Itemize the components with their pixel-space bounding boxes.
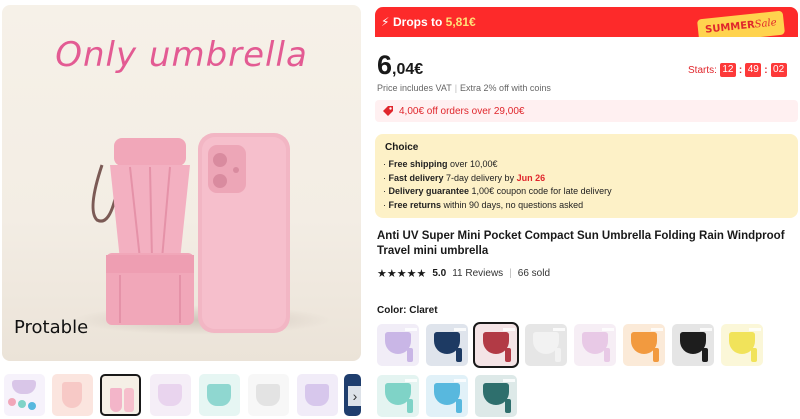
thumbnail[interactable] <box>248 374 289 416</box>
tag-icon <box>382 105 394 117</box>
rating-row: ★★★★★ 5.0 11 Reviews | 66 sold <box>377 267 551 280</box>
color-swatches <box>375 322 800 419</box>
color-swatch-white[interactable] <box>525 324 567 366</box>
color-swatch-mint[interactable] <box>377 375 419 417</box>
color-swatch-purple[interactable] <box>377 324 419 366</box>
price-integer: 6 <box>377 50 393 80</box>
thumbnail-strip: › <box>4 374 362 418</box>
thumbnail[interactable] <box>297 374 338 416</box>
flash-deal-banner: ⚡ Drops to 5,81€ SUMMERSale <box>375 7 798 37</box>
benefit-item: · Delivery guarantee 1,00€ coupon code f… <box>383 186 612 196</box>
color-swatch-pink[interactable] <box>574 324 616 366</box>
product-title: Anti UV Super Mini Pocket Compact Sun Um… <box>377 230 785 257</box>
coins-text[interactable]: Extra 2% off with coins <box>460 83 551 93</box>
countdown-seconds: 02 <box>770 63 787 77</box>
thumbnail[interactable] <box>4 374 45 416</box>
drop-price: 5,81€ <box>445 15 476 29</box>
color-swatch-yellow[interactable] <box>721 324 763 366</box>
color-label: Color: Claret <box>377 305 438 316</box>
summer-sale-tag: SUMMERSale <box>696 10 786 37</box>
benefit-item: · Free shipping over 10,00€ <box>383 159 498 169</box>
coupon-text: 4,00€ off orders over 29,00€ <box>399 106 525 117</box>
image-caption: Protable <box>14 317 89 338</box>
thumbnail-selected[interactable] <box>100 374 141 416</box>
thumbnail[interactable] <box>199 374 240 416</box>
color-swatch-black[interactable] <box>672 324 714 366</box>
countdown-timer: Starts: 12: 49: 02 <box>688 63 787 77</box>
color-swatch-sky-blue[interactable] <box>426 375 468 417</box>
color-swatch-navy[interactable] <box>426 324 468 366</box>
countdown-minutes: 49 <box>745 63 762 77</box>
coupon-bar[interactable]: 4,00€ off orders over 29,00€ <box>375 100 798 122</box>
product-main-image[interactable]: Only umbrella Protable <box>2 5 361 361</box>
lightning-icon: ⚡ <box>381 15 390 29</box>
countdown-label: Starts: <box>688 64 717 76</box>
benefit-item: · Fast delivery 7-day delivery by Jun 26 <box>383 172 546 183</box>
rating-value: 5.0 <box>432 267 447 279</box>
color-swatch-teal[interactable] <box>475 375 517 417</box>
sold-count: 66 sold <box>517 267 551 279</box>
pink-umbrella-illustration <box>91 133 290 333</box>
countdown-hours: 12 <box>719 63 736 77</box>
banner-text: Drops to 5,81€ <box>393 15 476 29</box>
thumbnail[interactable] <box>150 374 191 416</box>
choice-title: Choice <box>385 142 419 153</box>
choice-benefits-panel: Choice · Free shipping over 10,00€ · Fas… <box>375 134 798 218</box>
color-swatch-claret[interactable] <box>473 322 519 368</box>
benefit-item: · Free returns within 90 days, no questi… <box>383 199 584 210</box>
price-fraction: ,04€ <box>392 61 424 78</box>
star-rating-icon: ★★★★★ <box>377 267 427 280</box>
chevron-right-icon[interactable]: › <box>348 386 362 406</box>
price: 6,04€ <box>377 50 423 80</box>
color-swatch-orange[interactable] <box>623 324 665 366</box>
reviews-link[interactable]: 11 Reviews <box>452 268 503 279</box>
thumbnail[interactable] <box>52 374 93 416</box>
vat-text: Price includes VAT <box>377 83 452 93</box>
price-notes: Price includes VAT | Extra 2% off with coi… <box>377 83 551 93</box>
